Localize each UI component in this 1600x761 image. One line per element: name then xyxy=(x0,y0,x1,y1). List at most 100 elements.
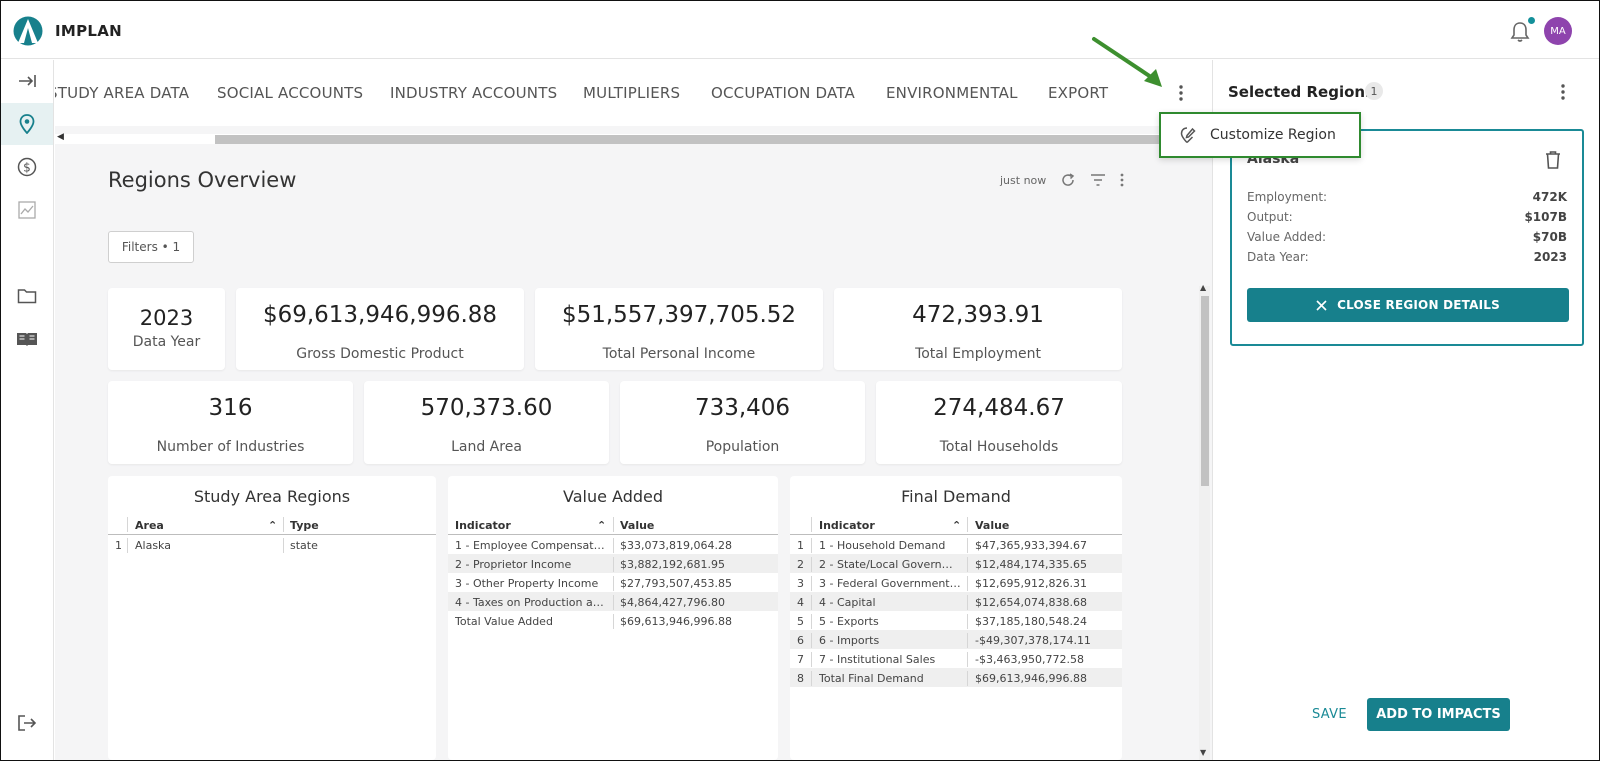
detail-label: Value Added: xyxy=(1247,230,1327,244)
cell-value: $69,613,946,996.88 xyxy=(620,615,732,628)
column-header-indicator[interactable]: Indicator xyxy=(455,519,511,532)
table-row[interactable]: 4 4 - Capital $12,654,074,838.68 xyxy=(790,592,1122,611)
tabs-horizontal-scrollbar[interactable]: ◀ xyxy=(55,132,1212,144)
table-row[interactable]: 7 7 - Institutional Sales -$3,463,950,77… xyxy=(790,649,1122,668)
filter-icon[interactable] xyxy=(1090,172,1106,188)
table-row[interactable]: 2 - Proprietor Income $3,882,192,681.95 xyxy=(448,554,778,573)
cell-indicator: 1 - Employee Compensation xyxy=(455,539,607,552)
tab-multipliers[interactable]: MULTIPLIERS xyxy=(583,84,680,102)
sort-asc-icon[interactable]: ⌃ xyxy=(952,519,961,532)
detail-value-added: Value Added: $70B xyxy=(1247,230,1567,244)
table-row[interactable]: Total Value Added $69,613,946,996.88 xyxy=(448,611,778,630)
close-region-details-button[interactable]: CLOSE REGION DETAILS xyxy=(1247,288,1569,322)
stat-label: Land Area xyxy=(451,439,522,455)
stat-card-population: 733,406 Population xyxy=(620,381,865,464)
implan-logo xyxy=(13,16,43,46)
table-row[interactable]: 3 3 - Federal Government D... $12,695,91… xyxy=(790,573,1122,592)
stat-value: 274,484.67 xyxy=(933,395,1065,421)
row-number: 6 xyxy=(797,634,804,647)
stat-value: 733,406 xyxy=(694,395,791,421)
panel-title: Final Demand xyxy=(901,487,1011,506)
column-header-indicator[interactable]: Indicator xyxy=(819,519,875,532)
cell-value: $47,365,933,394.67 xyxy=(975,539,1087,552)
column-header-area[interactable]: Area xyxy=(135,519,164,532)
trash-icon[interactable] xyxy=(1544,150,1562,170)
tab-environmental[interactable]: ENVIRONMENTAL xyxy=(886,84,1018,102)
count-badge: 1 xyxy=(1365,82,1383,100)
kebab-icon[interactable] xyxy=(1120,172,1124,188)
save-button[interactable]: SAVE xyxy=(1312,707,1347,722)
column-header-value[interactable]: Value xyxy=(975,519,1009,532)
rail-item-regions[interactable] xyxy=(1,103,53,145)
menu-item-label: Customize Region xyxy=(1210,127,1336,143)
cell-indicator: 7 - Institutional Sales xyxy=(819,653,936,666)
scroll-down-icon[interactable]: ▼ xyxy=(1200,748,1206,757)
cell-value: $12,484,174,335.65 xyxy=(975,558,1087,571)
tab-study-area-data[interactable]: STUDY AREA DATA xyxy=(55,84,189,102)
cell-value: $33,073,819,064.28 xyxy=(620,539,732,552)
location-pin-icon xyxy=(19,114,35,134)
tab-bar: STUDY AREA DATA SOCIAL ACCOUNTS INDUSTRY… xyxy=(55,60,1212,126)
detail-value: 2023 xyxy=(1533,250,1567,264)
scrollbar-thumb[interactable] xyxy=(215,135,1212,144)
stat-label: Total Employment xyxy=(915,346,1041,362)
top-bar: IMPLAN MA xyxy=(1,1,1599,59)
tabs-more-button[interactable] xyxy=(1171,83,1191,103)
cell-value: -$49,307,378,174.11 xyxy=(975,634,1091,647)
refresh-icon[interactable] xyxy=(1060,172,1076,188)
tab-industry-accounts[interactable]: INDUSTRY ACCOUNTS xyxy=(390,84,557,102)
panel-more-button[interactable] xyxy=(1553,82,1573,102)
grid-header: Indicator ⌃ Value xyxy=(448,514,778,535)
table-row[interactable]: 5 5 - Exports $37,185,180,548.24 xyxy=(790,611,1122,630)
table-row[interactable]: 1 Alaska state xyxy=(108,535,436,554)
rail-item-impacts[interactable]: $ xyxy=(1,146,53,188)
cell-indicator: 4 - Taxes on Production and ... xyxy=(455,596,607,609)
filters-button[interactable]: Filters • 1 xyxy=(108,231,194,263)
table-row[interactable]: 4 - Taxes on Production and ... $4,864,4… xyxy=(448,592,778,611)
row-number: 2 xyxy=(797,558,804,571)
kebab-icon xyxy=(1561,84,1565,100)
column-header-value[interactable]: Value xyxy=(620,519,654,532)
table-row[interactable]: 8 Total Final Demand $69,613,946,996.88 xyxy=(790,668,1122,687)
scroll-up-icon[interactable]: ▲ xyxy=(1200,283,1206,292)
tab-occupation-data[interactable]: OCCUPATION DATA xyxy=(711,84,855,102)
table-row[interactable]: 2 2 - State/Local Governme... $12,484,17… xyxy=(790,554,1122,573)
row-number: 7 xyxy=(797,653,804,666)
customize-region-menu-item[interactable]: Customize Region xyxy=(1159,112,1361,158)
left-rail: $ xyxy=(1,60,54,760)
rail-item-help[interactable] xyxy=(1,318,53,360)
rail-item-results[interactable] xyxy=(1,189,53,231)
tab-social-accounts[interactable]: SOCIAL ACCOUNTS xyxy=(217,84,363,102)
table-row[interactable]: 1 1 - Household Demand $47,365,933,394.6… xyxy=(790,535,1122,554)
bell-icon[interactable] xyxy=(1510,21,1530,43)
final-demand-grid: Indicator ⌃ Value 1 1 - Household Demand… xyxy=(790,514,1122,687)
avatar[interactable]: MA xyxy=(1544,17,1572,45)
dollar-icon: $ xyxy=(17,157,37,177)
detail-label: Output: xyxy=(1247,210,1293,224)
table-row[interactable]: 6 6 - Imports -$49,307,378,174.11 xyxy=(790,630,1122,649)
scrollbar-thumb[interactable] xyxy=(1201,296,1209,486)
content-vertical-scrollbar[interactable]: ▲ ▼ xyxy=(1199,283,1210,760)
cell-type: state xyxy=(290,539,318,552)
table-row[interactable]: 3 - Other Property Income $27,793,507,45… xyxy=(448,573,778,592)
scroll-left-icon[interactable]: ◀ xyxy=(57,132,64,142)
expand-rail-button[interactable] xyxy=(1,60,53,102)
cell-value: $37,185,180,548.24 xyxy=(975,615,1087,628)
detail-value: $70B xyxy=(1532,230,1567,244)
rail-item-projects[interactable] xyxy=(1,275,53,317)
column-header-type[interactable]: Type xyxy=(290,519,319,532)
sort-asc-icon[interactable]: ⌃ xyxy=(597,519,606,532)
main-content: STUDY AREA DATA SOCIAL ACCOUNTS INDUSTRY… xyxy=(55,60,1212,760)
stat-label: Population xyxy=(705,439,780,455)
sort-asc-icon[interactable]: ⌃ xyxy=(268,519,277,532)
table-row[interactable]: 1 - Employee Compensation $33,073,819,06… xyxy=(448,535,778,554)
cell-value: $12,654,074,838.68 xyxy=(975,596,1087,609)
add-to-impacts-button[interactable]: ADD TO IMPACTS xyxy=(1367,698,1510,731)
stat-card-gdp: $69,613,946,996.88 Gross Domestic Produc… xyxy=(236,288,524,370)
notification-dot xyxy=(1528,17,1535,24)
book-icon xyxy=(17,333,37,346)
last-updated-text: just now xyxy=(1000,173,1047,187)
logout-button[interactable] xyxy=(1,702,53,744)
stat-card-employment: 472,393.91 Total Employment xyxy=(834,288,1122,370)
chart-icon xyxy=(18,201,36,219)
